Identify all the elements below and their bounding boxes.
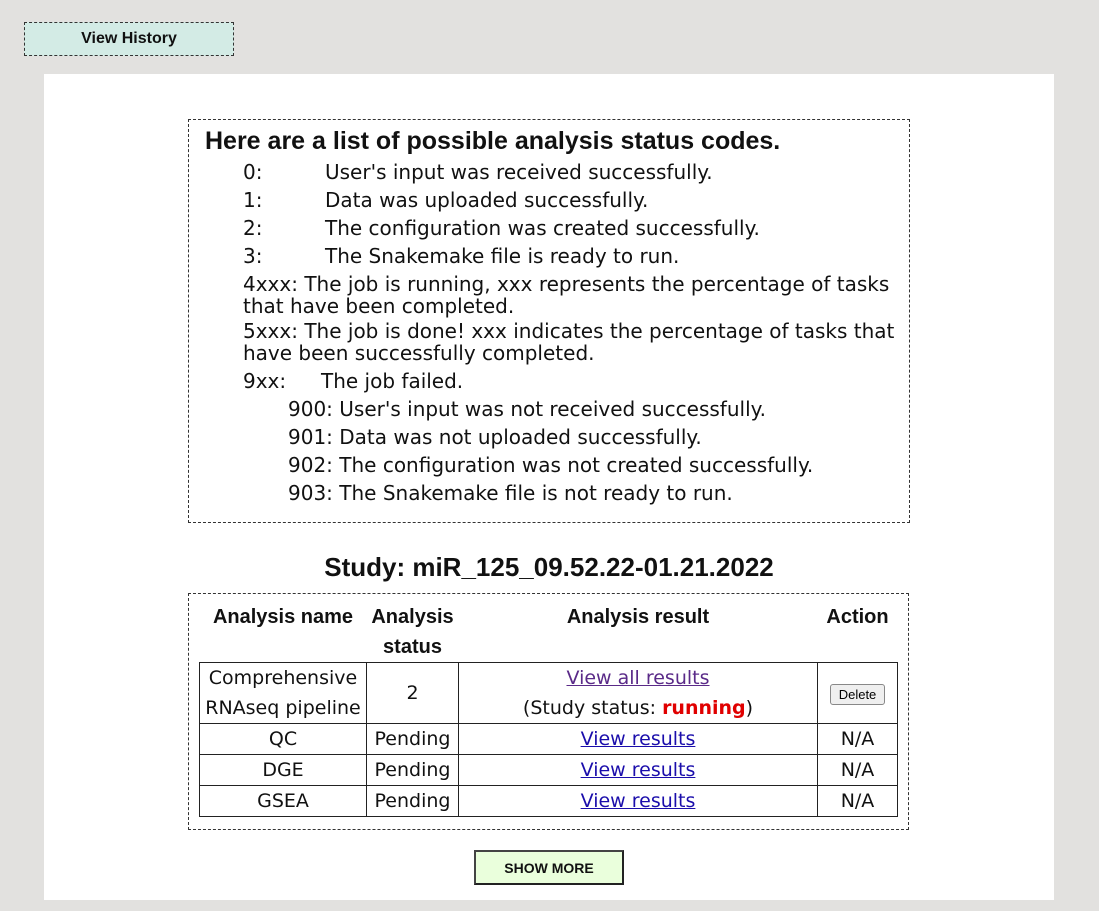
analysis-table-box: Analysis name Analysis status Analysis r… [188, 593, 909, 830]
table-row: DGE Pending View results N/A [199, 754, 898, 786]
status-codes-box: Here are a list of possible analysis sta… [188, 119, 910, 523]
status-subcode: 900: User's input was not received succe… [288, 397, 766, 421]
study-status-suffix: ) [745, 697, 754, 719]
analysis-status-cell: Pending [366, 785, 459, 817]
status-code-running: 4xxx: The job is running, xxx represents… [243, 272, 890, 318]
status-code: 3: [243, 244, 263, 268]
analysis-name-cell: Comprehensive RNAseq pipeline [199, 662, 367, 724]
action-cell: Delete [817, 662, 898, 724]
status-subcode: 903: The Snakemake file is not ready to … [288, 481, 733, 505]
action-cell: N/A [817, 723, 898, 755]
status-code-row: 0: User's input was received successfull… [243, 158, 899, 186]
analysis-name-cell: GSEA [199, 785, 367, 817]
status-subcode: 901: Data was not uploaded successfully. [288, 425, 702, 449]
analysis-name-cell: DGE [199, 754, 367, 786]
status-subcode: 902: The configuration was not created s… [288, 453, 814, 477]
analysis-table: Analysis name Analysis status Analysis r… [199, 602, 898, 817]
status-code-desc: The job failed. [321, 369, 464, 393]
analysis-result-cell: View results [458, 785, 818, 817]
view-results-link[interactable]: View results [581, 728, 696, 750]
status-code-row: 2: The configuration was created success… [243, 214, 899, 242]
status-code-row: 3: The Snakemake file is ready to run. [243, 242, 899, 270]
column-header-analysis-result: Analysis result [566, 606, 710, 628]
view-all-results-link[interactable]: View all results [566, 667, 709, 689]
study-status-value: running [662, 697, 746, 719]
column-header-action: Action [826, 606, 889, 628]
action-cell: N/A [817, 785, 898, 817]
action-cell: N/A [817, 754, 898, 786]
show-more-button[interactable]: SHOW MORE [474, 850, 624, 885]
view-history-button[interactable]: View History [24, 22, 234, 56]
status-code-desc: The configuration was created successful… [325, 216, 760, 240]
status-code-desc: Data was uploaded successfully. [325, 188, 649, 212]
view-results-link[interactable]: View results [581, 790, 696, 812]
delete-button[interactable]: Delete [829, 684, 886, 705]
status-code-row: 1: Data was uploaded successfully. [243, 186, 899, 214]
status-code: 9xx: [243, 369, 287, 393]
analysis-result-cell: View results [458, 754, 818, 786]
status-code-desc: User's input was received successfully. [325, 160, 713, 184]
study-status-prefix: (Study status: [522, 697, 663, 719]
status-code: 2: [243, 216, 263, 240]
table-row: GSEA Pending View results N/A [199, 785, 898, 817]
study-title: Study: miR_125_09.52.22-01.21.2022 [324, 552, 774, 582]
table-row: QC Pending View results N/A [199, 723, 898, 755]
status-code: 0: [243, 160, 263, 184]
view-results-link[interactable]: View results [581, 759, 696, 781]
analysis-name-cell: QC [199, 723, 367, 755]
analysis-status-cell: 2 [366, 662, 459, 724]
table-row: Comprehensive RNAseq pipeline 2 View all… [199, 662, 898, 724]
column-header-analysis-status: Analysis status [371, 606, 454, 658]
column-header-analysis-name: Analysis name [212, 606, 354, 628]
analysis-status-cell: Pending [366, 723, 459, 755]
analysis-status-cell: Pending [366, 754, 459, 786]
status-codes-title: Here are a list of possible analysis sta… [205, 127, 781, 155]
status-code-row-failed: 9xx: The job failed. [243, 367, 899, 395]
status-code: 1: [243, 188, 263, 212]
status-code-done: 5xxx: The job is done! xxx indicates the… [243, 319, 895, 365]
main-panel: Here are a list of possible analysis sta… [44, 74, 1054, 900]
analysis-result-cell: View all results (Study status: running) [458, 662, 818, 724]
status-code-desc: The Snakemake file is ready to run. [325, 244, 680, 268]
analysis-result-cell: View results [458, 723, 818, 755]
